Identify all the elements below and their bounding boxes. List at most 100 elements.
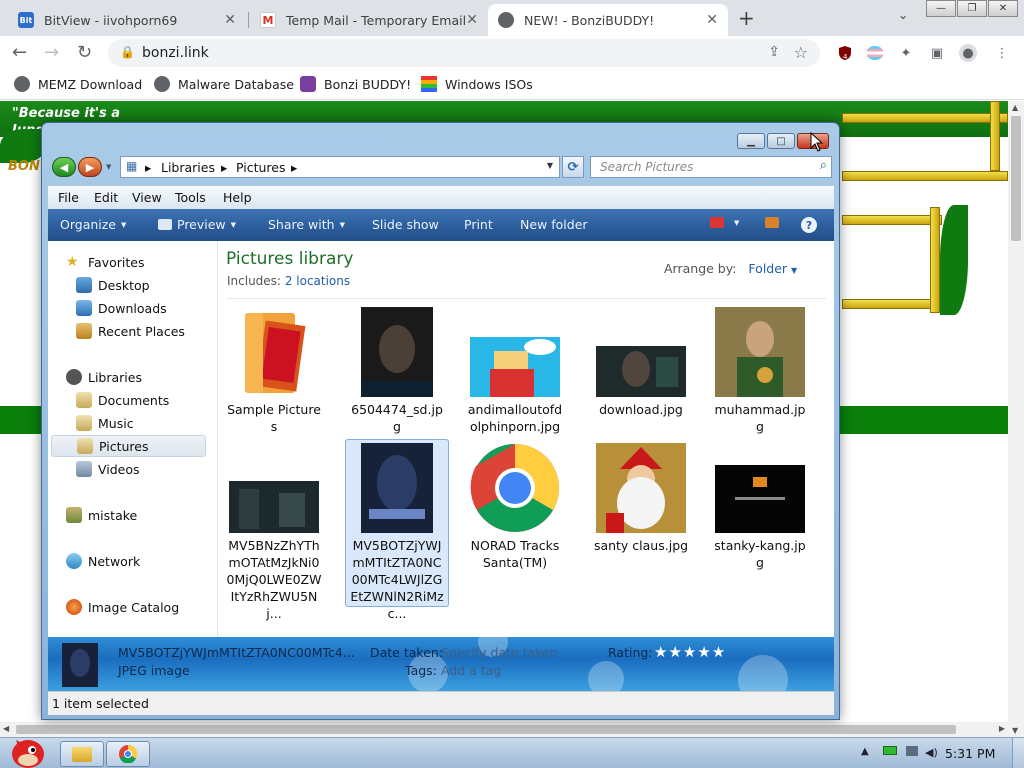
help-button[interactable]: ?: [801, 217, 817, 233]
close-tab-icon[interactable]: ✕: [466, 12, 478, 28]
tab-temp-mail[interactable]: M Temp Mail - Temporary Email ✕: [250, 4, 488, 36]
angry-bird-start-icon[interactable]: [6, 732, 46, 768]
menu-edit[interactable]: Edit: [94, 190, 118, 205]
menu-tools[interactable]: Tools: [175, 190, 206, 205]
breadcrumb-separator-icon[interactable]: ▸: [221, 160, 227, 175]
file-item-sample-pictures[interactable]: Sample Pictures: [222, 307, 326, 435]
close-tab-icon[interactable]: ✕: [706, 12, 718, 28]
file-item-norad-tracks-santa[interactable]: NORAD Tracks Santa(TM): [463, 443, 567, 571]
forward-icon[interactable]: →: [44, 42, 59, 63]
close-tab-icon[interactable]: ✕: [224, 12, 236, 28]
battery-icon[interactable]: [883, 746, 897, 758]
locations-link[interactable]: 2 locations: [285, 274, 350, 288]
nav-recent-places[interactable]: Recent Places: [76, 320, 234, 342]
bookmark-malware-database[interactable]: Malware Database: [154, 76, 294, 92]
volume-icon[interactable]: ◀): [925, 746, 938, 759]
new-tab-icon[interactable]: +: [738, 6, 755, 30]
explorer-address-bar[interactable]: ▦ ▸ Libraries ▸ Pictures ▸ ▼: [120, 156, 560, 178]
chrome-menu-icon[interactable]: ⋮: [993, 44, 1011, 62]
nav-desktop[interactable]: Desktop: [76, 274, 234, 296]
breadcrumb-separator-icon[interactable]: ▸: [291, 160, 297, 175]
show-desktop-button[interactable]: [1012, 738, 1024, 768]
nav-favorites[interactable]: ★ Favorites: [66, 251, 224, 273]
maximize-icon[interactable]: □: [767, 133, 795, 149]
nav-downloads[interactable]: Downloads: [76, 297, 234, 319]
network-tray-icon[interactable]: [906, 746, 918, 759]
nav-network[interactable]: Network: [66, 550, 224, 572]
nav-image-catalog[interactable]: Image Catalog: [66, 596, 224, 618]
taskbar-clock[interactable]: 5:31 PM: [945, 746, 995, 761]
organize-button[interactable]: Organize ▼: [60, 217, 126, 232]
menu-view[interactable]: View: [132, 190, 162, 205]
history-dropdown-icon[interactable]: ▼: [106, 163, 111, 171]
minimize-icon[interactable]: —: [926, 0, 956, 17]
lock-icon[interactable]: 🔒: [120, 45, 135, 59]
search-pictures-input[interactable]: Search Pictures ⌕: [590, 156, 832, 178]
scroll-down-icon[interactable]: ▼: [1012, 726, 1018, 735]
bookmark-star-icon[interactable]: ☆: [794, 43, 808, 62]
tab-search-icon[interactable]: ⌄: [898, 8, 908, 22]
file-item-mv5botzjywj-selected[interactable]: MV5BOTZjYWJmMTItZTA0NC00MTc4LWJlZGEtZWNl…: [345, 439, 449, 621]
nav-music[interactable]: Music: [76, 412, 234, 434]
show-hidden-icons-icon[interactable]: ▲: [861, 746, 869, 757]
tab-bitview[interactable]: Bit BitView - iivohporn69 ✕: [8, 4, 246, 36]
new-folder-button[interactable]: New folder: [520, 217, 588, 232]
page-vertical-scrollbar[interactable]: ▲ ▼: [1008, 101, 1024, 737]
side-panel-icon[interactable]: ▣: [928, 44, 946, 62]
nav-documents[interactable]: Documents: [76, 389, 234, 411]
back-arrow-icon[interactable]: ◀: [52, 157, 76, 177]
file-item-6504474[interactable]: 6504474_sd.jpg: [345, 307, 449, 435]
breadcrumb-libraries[interactable]: Libraries: [161, 160, 215, 175]
bookmark-windows-isos[interactable]: Windows ISOs: [421, 76, 533, 92]
address-bar[interactable]: 🔒 bonzi.link ⇪ ☆: [108, 39, 820, 67]
taskbar-chrome-button[interactable]: [106, 741, 150, 767]
file-item-download[interactable]: download.jpg: [589, 307, 693, 418]
file-item-andimalloutofdolphinporn[interactable]: andimalloutofdolphinporn.jpg: [463, 307, 567, 435]
scrollbar-thumb[interactable]: [16, 725, 956, 734]
scrollbar-thumb[interactable]: [1011, 116, 1021, 241]
url-text[interactable]: bonzi.link: [142, 45, 209, 61]
breadcrumb-separator-icon[interactable]: ▸: [145, 160, 151, 175]
refresh-icon[interactable]: ⟳: [562, 156, 584, 178]
profile-avatar-icon[interactable]: ●: [959, 44, 977, 62]
extensions-puzzle-icon[interactable]: ✦: [897, 44, 915, 62]
trans-flag-extension-icon[interactable]: [866, 44, 884, 62]
nav-libraries[interactable]: Libraries: [66, 366, 224, 388]
menu-help[interactable]: Help: [223, 190, 252, 205]
menu-file[interactable]: File: [58, 190, 79, 205]
file-item-stanky-kang[interactable]: stanky-kang.jpg: [708, 443, 812, 571]
nav-mistake[interactable]: mistake: [66, 504, 224, 526]
tab-bonzibuddy[interactable]: NEW! - BonziBUDDY! ✕: [488, 4, 728, 36]
preview-pane-button[interactable]: [765, 217, 784, 228]
nav-videos[interactable]: Videos: [76, 458, 234, 480]
close-window-icon[interactable]: ✕: [988, 0, 1018, 17]
file-item-muhammad[interactable]: muhammad.jpg: [708, 307, 812, 435]
restore-icon[interactable]: ❐: [957, 0, 987, 17]
share-icon[interactable]: ⇪: [768, 44, 780, 60]
taskbar-explorer-button[interactable]: [60, 741, 104, 767]
breadcrumb-pictures[interactable]: Pictures: [236, 160, 286, 175]
address-dropdown-icon[interactable]: ▼: [547, 161, 553, 170]
slide-show-button[interactable]: Slide show: [372, 217, 439, 232]
reload-icon[interactable]: ↻: [77, 42, 92, 63]
print-button[interactable]: Print: [464, 217, 493, 232]
nav-pictures[interactable]: Pictures: [51, 435, 206, 457]
preview-button[interactable]: Preview ▼: [158, 217, 236, 232]
rating-stars[interactable]: ★★★★★: [654, 643, 726, 661]
back-icon[interactable]: ←: [12, 42, 27, 63]
share-with-button[interactable]: Share with ▼: [268, 217, 345, 232]
file-item-santy-claus[interactable]: santy claus.jpg: [589, 443, 693, 554]
scroll-right-icon[interactable]: ▶: [999, 724, 1005, 733]
minimize-icon[interactable]: ▁: [737, 133, 765, 149]
view-options-button[interactable]: ▼: [710, 217, 739, 228]
scroll-up-icon[interactable]: ▲: [1012, 103, 1018, 112]
forward-arrow-icon[interactable]: ▶: [78, 157, 102, 177]
date-taken-field[interactable]: Specify date taken: [441, 645, 558, 660]
search-icon[interactable]: ⌕: [820, 158, 827, 173]
bookmark-bonzi-buddy[interactable]: Bonzi BUDDY!: [300, 76, 411, 92]
file-item-mv5bnzzhyth[interactable]: MV5BNzZhYThmOTAtMzJkNi00MjQ0LWE0ZWItYzRh…: [222, 443, 326, 622]
bookmark-memz[interactable]: MEMZ Download: [14, 76, 142, 92]
arrange-by-dropdown[interactable]: Folder ▼: [748, 261, 797, 276]
ublock-extension-icon[interactable]: 4: [836, 44, 854, 62]
tags-field[interactable]: Add a tag: [441, 663, 501, 678]
